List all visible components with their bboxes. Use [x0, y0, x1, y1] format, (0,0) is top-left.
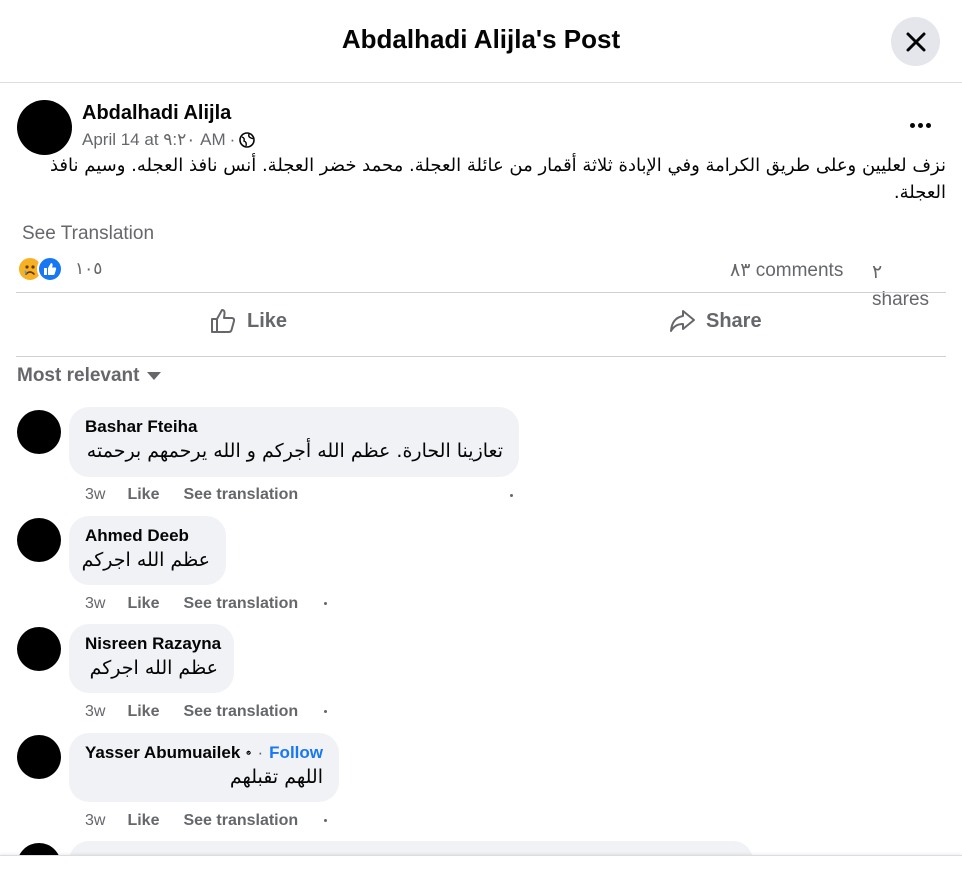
comment-author[interactable]: Ahmed Deeb [85, 526, 210, 546]
comment-actions: 3w Like See translation [85, 812, 298, 830]
separator-dot [324, 710, 327, 713]
thumbs-up-icon [211, 309, 236, 333]
comment-author[interactable]: Bashar Fteiha [85, 417, 503, 437]
separator-dot [510, 494, 513, 497]
reaction-count: ١٠٥ [75, 259, 103, 279]
modal-header: Abdalhadi Alijla's Post [0, 0, 962, 83]
comment-time[interactable]: 3w [85, 486, 105, 504]
caret-down-icon [147, 372, 162, 380]
comment-see-translation[interactable]: See translation [183, 486, 298, 504]
comment-time[interactable]: 3w [85, 595, 105, 613]
comment-bubble: Yasser Abumuailek · Follow اللهم تقبلهم [69, 733, 339, 802]
comment-author-row: Yasser Abumuailek · Follow [85, 743, 323, 763]
more-horizontal-icon [909, 122, 931, 128]
like-button[interactable]: Like [209, 305, 287, 337]
close-button[interactable] [891, 17, 940, 66]
comment-text: عظم الله اجركم [89, 657, 218, 679]
follow-button[interactable]: Follow [269, 743, 323, 763]
comment-avatar[interactable] [17, 627, 61, 671]
comment-composer-bar [0, 855, 962, 881]
meta-separator: · [229, 130, 236, 149]
comment-like-button[interactable]: Like [127, 812, 159, 830]
more-options-button[interactable] [900, 110, 940, 140]
comment-bubble: Bashar Fteiha تعازينا الحارة. عظم الله أ… [69, 407, 519, 477]
comment-avatar[interactable] [17, 735, 61, 779]
divider-bottom [16, 356, 946, 357]
comment-text: تعازينا الحارة. عظم الله أجركم و الله ير… [86, 440, 503, 462]
see-translation-link[interactable]: See Translation [22, 223, 154, 245]
comment-sort-dropdown[interactable]: Most relevant [17, 365, 162, 387]
globe-icon [239, 132, 256, 148]
separator-dot [324, 602, 327, 605]
comment-like-button[interactable]: Like [127, 486, 159, 504]
post-text: نزف لعليين وعلى طريق الكرامة وفي الإبادة… [49, 155, 946, 203]
shares-label: shares [872, 289, 930, 310]
comment-avatar[interactable] [17, 410, 61, 454]
shares-number: ٢ [872, 261, 883, 283]
post-meta: April 14 at ٩:٢٠ AM · [82, 130, 256, 150]
comment-see-translation[interactable]: See translation [183, 703, 298, 721]
share-arrow-icon [670, 310, 695, 332]
shares-count[interactable]: ٢ shares [872, 259, 942, 313]
follow-separator: · [257, 743, 264, 762]
comment-time[interactable]: 3w [85, 703, 105, 721]
comment-actions: 3w Like See translation [85, 595, 298, 613]
modal-title: Abdalhadi Alijla's Post [341, 24, 621, 54]
comment-time[interactable]: 3w [85, 812, 105, 830]
comment-avatar[interactable] [17, 518, 61, 562]
reactions-summary[interactable]: ١٠٥ [17, 256, 102, 282]
comment-like-button[interactable]: Like [127, 703, 159, 721]
divider-top [16, 292, 946, 293]
post-date[interactable]: April 14 at ٩:٢٠ AM [82, 130, 226, 150]
verified-badge-icon [246, 750, 252, 755]
comment-text: عظم الله اجركم [81, 549, 210, 571]
comments-count[interactable]: ٨٣ comments [730, 259, 843, 282]
post-author-avatar[interactable] [17, 100, 72, 155]
comment-like-button[interactable]: Like [127, 595, 159, 613]
comment-actions: 3w Like See translation [85, 486, 298, 504]
comment-bubble: Nisreen Razayna عظم الله اجركم [69, 624, 234, 693]
post-author-name[interactable]: Abdalhadi Alijla [82, 102, 231, 125]
comment-actions: 3w Like See translation [85, 703, 298, 721]
comment-text: اللهم تقبلهم [229, 766, 323, 788]
separator-dot [324, 819, 327, 822]
share-label: Share [706, 309, 762, 332]
comment-author[interactable]: Nisreen Razayna [85, 634, 221, 654]
comment-see-translation[interactable]: See translation [183, 595, 298, 613]
like-label: Like [247, 309, 288, 332]
sort-label: Most relevant [17, 365, 140, 386]
like-reaction-icon [37, 256, 63, 282]
share-button[interactable]: Share [668, 305, 762, 337]
comment-bubble: Ahmed Deeb عظم الله اجركم [69, 516, 226, 585]
close-icon [906, 32, 925, 51]
comment-author[interactable]: Yasser Abumuailek [85, 743, 240, 763]
comment-see-translation[interactable]: See translation [183, 812, 298, 830]
